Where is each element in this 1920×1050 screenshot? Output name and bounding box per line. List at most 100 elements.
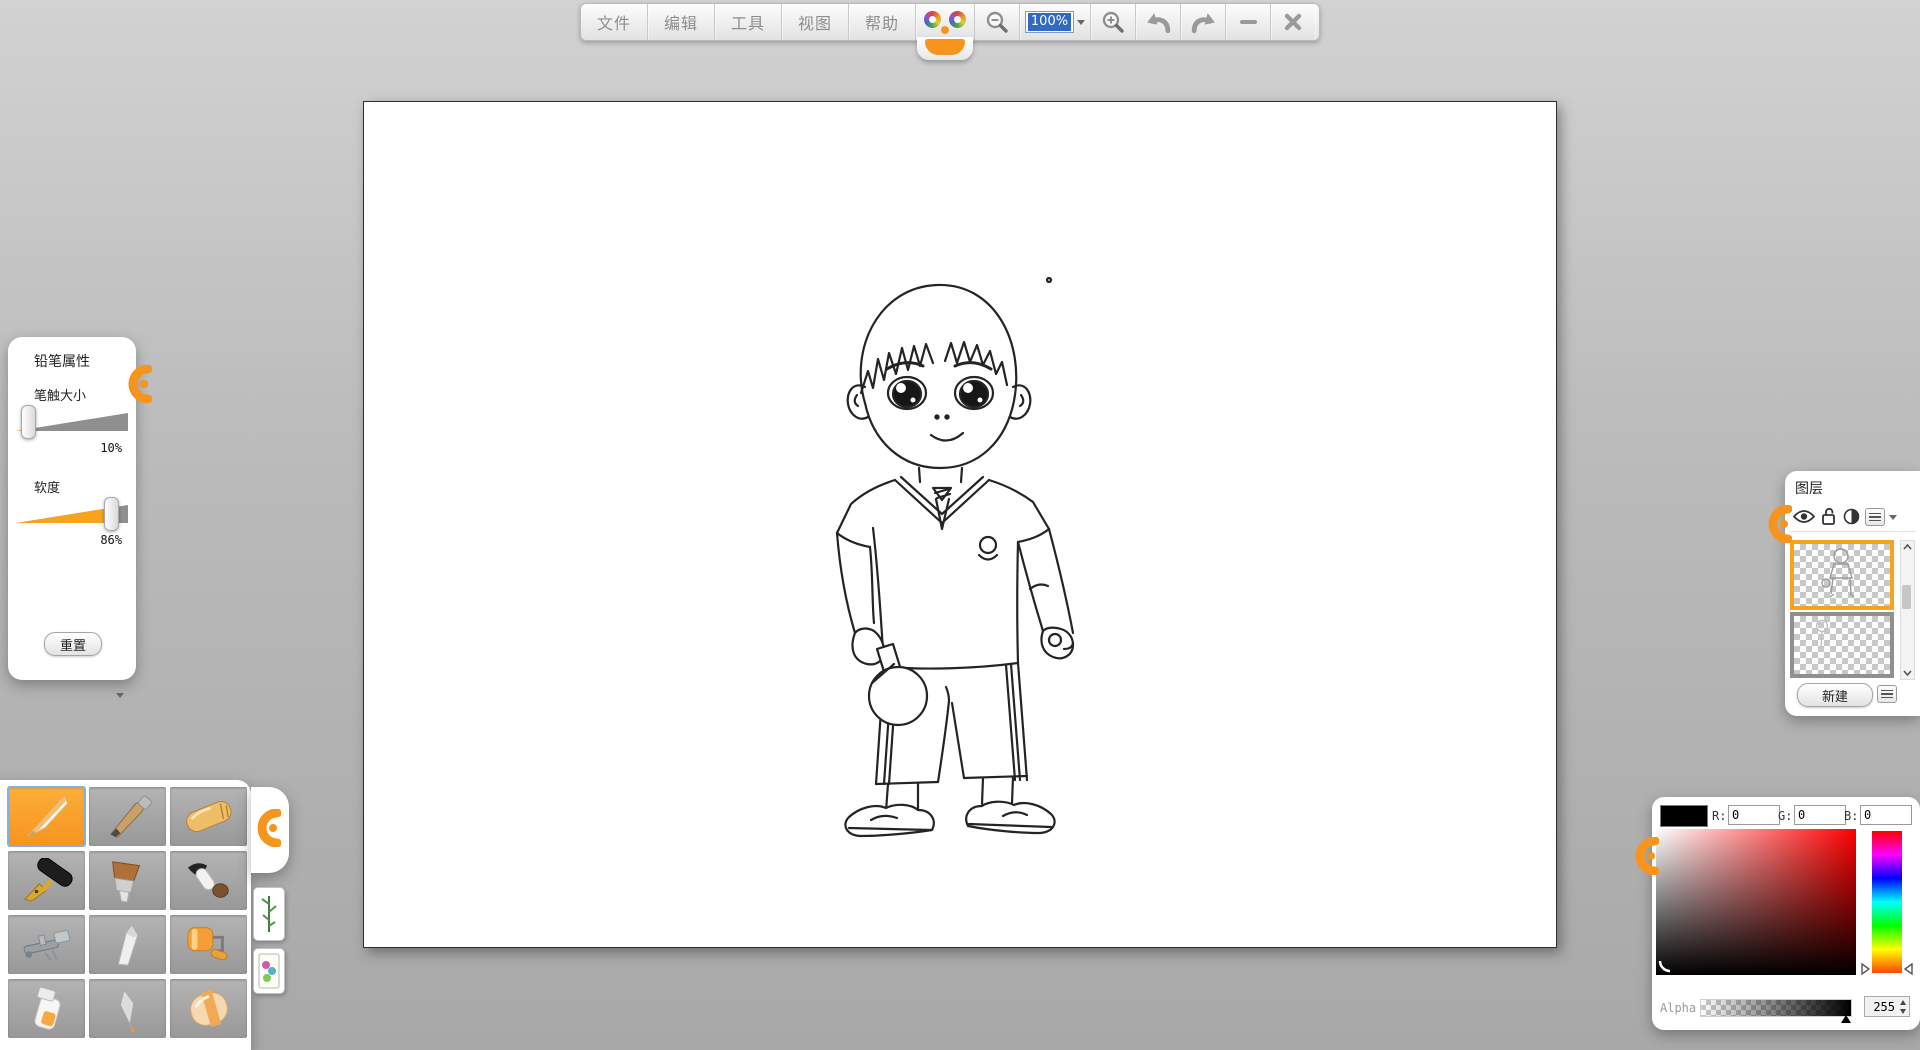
alpha-value-spinner[interactable]: 255 [1864,996,1910,1017]
fountain-pen-icon [15,858,79,904]
reset-button[interactable]: 重置 [44,632,102,656]
tool-paint-bottle[interactable] [8,979,85,1038]
layers-scrollbar[interactable] [1900,540,1915,680]
bamboo-plant-icon [257,892,281,936]
tool-wooden-pencil[interactable] [89,787,166,846]
zoom-out-button[interactable] [975,4,1020,40]
alpha-slider[interactable] [1700,999,1852,1017]
alpha-spin-up[interactable] [1898,998,1907,1006]
layer-menu-button[interactable] [1865,508,1885,526]
layer-list-arrow-icon[interactable] [116,693,124,698]
layer-list-button[interactable] [1877,685,1897,703]
softness-slider[interactable] [16,501,128,531]
sharp-pencil-icon [15,794,79,840]
saturation-value-picker[interactable] [1656,829,1856,975]
scroll-up-arrow[interactable] [1901,541,1914,553]
brush-size-handle[interactable] [21,405,36,439]
menu-file[interactable]: 文件 [581,4,648,40]
green-label: G: [1778,809,1792,823]
tool-sharp-pencil[interactable] [8,787,85,846]
alpha-spin-down[interactable] [1898,1007,1907,1015]
drawing-canvas[interactable] [363,101,1557,948]
ink-brush-icon [177,858,241,904]
divider [1789,531,1916,532]
layer-visibility-eye-icon[interactable] [1793,509,1815,524]
layer-menu-arrow-icon[interactable] [1889,515,1897,520]
wooden-pencil-icon [96,794,160,840]
sv-cursor [1658,959,1672,973]
red-label: R: [1712,809,1726,823]
paint-bottle-icon [15,986,79,1032]
layers-panel-drag-handle[interactable] [1768,505,1792,543]
undo-button[interactable] [1136,4,1181,40]
tool-flat-brush[interactable] [89,851,166,910]
color-picker-panel: R: G: B: Alpha 255 [1652,797,1920,1030]
tool-liner-brush[interactable] [89,979,166,1038]
brush-size-label: 笔触大小 [34,385,86,404]
layer-opacity-icon[interactable] [1843,508,1860,525]
tool-palette-drag-handle[interactable] [257,809,281,847]
hue-strip[interactable] [1872,831,1902,973]
tool-palette-knife[interactable] [89,915,166,974]
clown-left-eye-icon [924,11,941,28]
pencil-panel-drag-handle[interactable] [128,365,152,403]
close-button[interactable] [1271,4,1315,40]
red-input[interactable] [1728,805,1780,825]
scroll-down-arrow[interactable] [1901,667,1914,679]
menu-tools[interactable]: 工具 [715,4,782,40]
hue-marker-right[interactable] [1904,963,1913,975]
zoom-dropdown-arrow-icon[interactable] [1077,20,1085,25]
alpha-value: 255 [1873,1000,1895,1014]
tool-ink-brush[interactable] [170,851,247,910]
zoom-in-button[interactable] [1091,4,1136,40]
menu-view[interactable]: 视图 [782,4,849,40]
layer-2-thumbnail[interactable] [1790,612,1894,678]
brush-size-slider[interactable] [16,409,128,439]
tool-airbrush[interactable] [8,915,85,974]
airbrush-icon [15,922,79,968]
liner-brush-icon [96,986,160,1032]
color-panel-drag-handle[interactable] [1635,837,1659,875]
main-toolbar: 文件 编辑 工具 视图 帮助 100% [580,3,1320,41]
eraser-icon [177,986,241,1032]
minimize-button[interactable] [1226,4,1271,40]
scrollbar-thumb[interactable] [1902,585,1911,609]
layers-panel: 图层 [1785,471,1920,716]
tool-paint-roller[interactable] [170,915,247,974]
nature-brush-tab-button[interactable] [253,887,285,941]
tool-eraser[interactable] [170,979,247,1038]
menu-edit[interactable]: 编辑 [648,4,715,40]
softness-handle[interactable] [104,497,119,531]
crayon-icon [177,794,241,840]
zoom-out-icon [985,10,1009,34]
menu-help[interactable]: 帮助 [849,4,916,40]
flat-brush-icon [96,858,160,904]
layer-1-thumbnail[interactable] [1790,540,1894,610]
softness-label: 软度 [34,477,60,496]
stamp-tab-button[interactable] [253,948,285,994]
alpha-marker[interactable] [1840,1015,1852,1023]
zoom-level-select[interactable]: 100% [1020,4,1091,40]
layer-lock-icon[interactable] [1821,507,1836,525]
clown-right-eye-icon [949,11,966,28]
close-icon [1284,13,1302,31]
zoom-in-icon [1101,10,1125,34]
green-input[interactable] [1794,805,1846,825]
new-layer-button[interactable]: 新建 [1797,683,1873,707]
layer-2-content [1794,616,1890,674]
brush-size-value: 10% [100,441,122,455]
undo-icon [1145,11,1172,34]
app-background: 文件 编辑 工具 视图 帮助 100% [0,0,1920,1050]
pencil-panel-title: 铅笔属性 [34,351,90,371]
paint-roller-icon [177,922,241,968]
tool-fountain-pen[interactable] [8,851,85,910]
current-color-swatch[interactable] [1660,805,1708,827]
minimize-icon [1240,20,1257,24]
app-logo-clown-icon[interactable] [916,4,975,40]
blue-input[interactable] [1860,805,1912,825]
redo-button[interactable] [1181,4,1226,40]
softness-value: 86% [100,533,122,547]
redo-icon [1190,11,1217,34]
tool-crayon[interactable] [170,787,247,846]
hue-marker-left[interactable] [1861,963,1870,975]
